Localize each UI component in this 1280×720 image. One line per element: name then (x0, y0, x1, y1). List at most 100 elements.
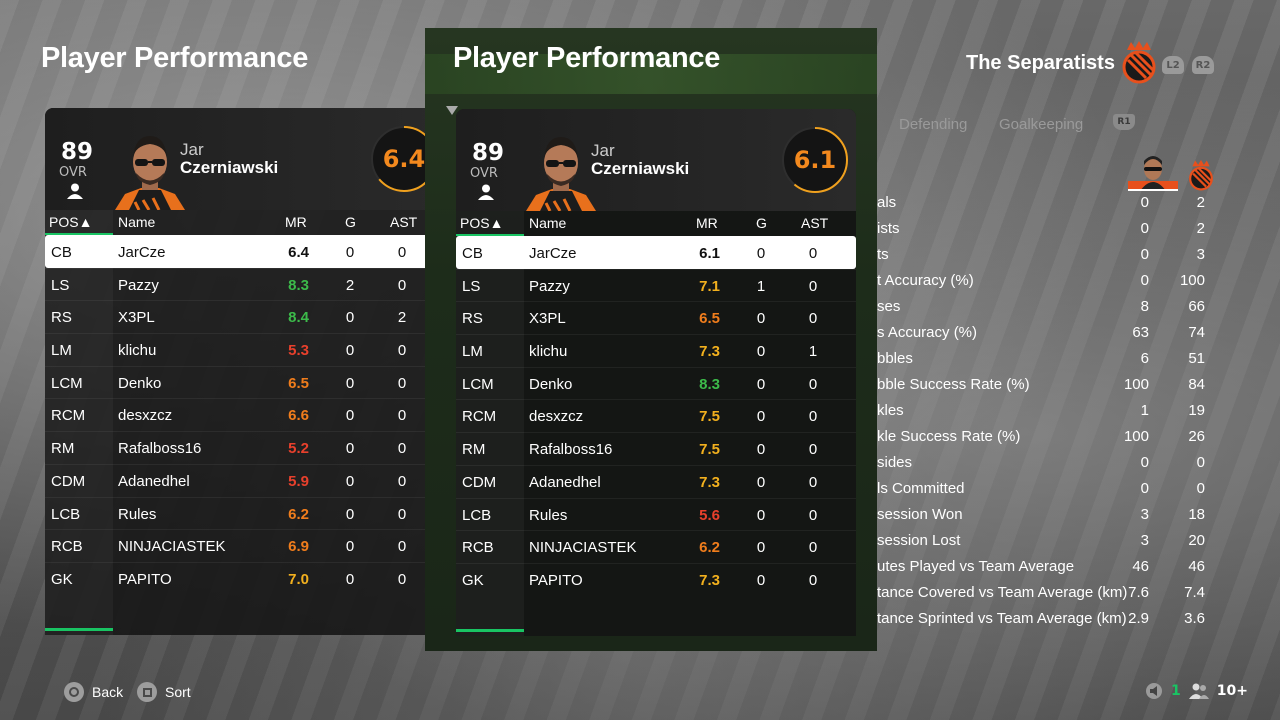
stat-team-value: 7.4 (1184, 584, 1205, 601)
row-position: CB (51, 244, 72, 261)
stat-row: kles 1 19 (877, 399, 1217, 425)
row-player-name: Adanedhel (118, 472, 190, 490)
row-assists: 0 (397, 472, 407, 490)
row-goals: 0 (756, 506, 766, 524)
row-goals: 0 (345, 505, 355, 523)
table-row[interactable]: LM klichu 5.3 0 0 (45, 333, 445, 366)
column-header-g[interactable]: G (756, 215, 767, 231)
row-assists: 0 (808, 375, 818, 393)
stat-player-value: 46 (1132, 558, 1149, 575)
table-row[interactable]: LCB Rules 5.6 0 0 (456, 497, 856, 531)
row-position: RS (462, 310, 483, 328)
row-position: RM (462, 441, 486, 459)
table-row[interactable]: RCM desxzcz 7.5 0 0 (456, 399, 856, 432)
stat-player-value: 0 (1140, 454, 1149, 471)
row-match-rating: 6.5 (699, 310, 720, 328)
r1-button-icon[interactable]: R1 (1113, 114, 1135, 130)
column-header-mr[interactable]: MR (696, 215, 718, 231)
row-match-rating: 5.6 (699, 506, 720, 524)
player-last-name: Czerniawski (180, 158, 279, 177)
column-header-pos[interactable]: POS▲ (460, 215, 503, 231)
column-header-ast[interactable]: AST (801, 215, 828, 231)
party-members-icon (1188, 683, 1209, 699)
page-title: Player Performance (41, 42, 309, 74)
row-assists: 0 (808, 441, 818, 459)
table-row[interactable]: RM Rafalboss16 5.2 0 0 (45, 431, 445, 464)
table-row[interactable]: LCM Denko 6.5 0 0 (45, 365, 445, 399)
team-crest-small-icon (1189, 159, 1213, 191)
row-position: LS (462, 277, 481, 295)
row-position: LM (462, 343, 483, 361)
back-hint[interactable]: Back (64, 682, 123, 702)
table-row[interactable]: CB JarCze 6.1 0 0 (456, 236, 856, 269)
table-row[interactable]: LS Pazzy 7.1 1 0 (456, 268, 856, 302)
row-assists: 0 (397, 244, 407, 261)
row-goals: 0 (756, 473, 766, 491)
tab-defending[interactable]: Defending (899, 116, 967, 133)
stat-row: session Won 3 18 (877, 503, 1217, 529)
table-row[interactable]: RS X3PL 8.4 0 2 (45, 300, 445, 333)
stat-team-value: 0 (1196, 480, 1205, 497)
sort-hint[interactable]: Sort (137, 682, 191, 702)
table-row[interactable]: GK PAPITO 7.0 0 0 (45, 561, 445, 595)
stat-row: sides 0 0 (877, 451, 1217, 477)
column-header-name[interactable]: Name (529, 215, 566, 231)
column-header-g[interactable]: G (345, 214, 356, 230)
table-row[interactable]: CDM Adanedhel 5.9 0 0 (45, 463, 445, 497)
person-icon (478, 184, 494, 204)
table-row[interactable]: RCB NINJACIASTEK 6.2 0 0 (456, 530, 856, 563)
stat-label: tance Sprinted vs Team Average (km) (877, 610, 1127, 627)
row-assists: 2 (397, 309, 407, 327)
tab-goalkeeping[interactable]: Goalkeeping (999, 116, 1083, 133)
table-row[interactable]: CB JarCze 6.4 0 0 (45, 235, 445, 268)
table-row[interactable]: CDM Adanedhel 7.3 0 0 (456, 464, 856, 498)
player-last-name: Czerniawski (591, 159, 690, 178)
stat-player-value: 0 (1140, 220, 1149, 237)
ovr-label: OVR (470, 166, 498, 181)
table-row[interactable]: LS Pazzy 8.3 2 0 (45, 267, 445, 301)
player-first-name: Jar (180, 140, 204, 159)
row-match-rating: 7.5 (699, 441, 720, 459)
row-match-rating: 6.9 (288, 538, 309, 556)
column-header-pos[interactable]: POS▲ (49, 214, 92, 230)
column-header-name[interactable]: Name (118, 214, 155, 230)
row-position: CB (462, 245, 483, 262)
table-row[interactable]: RM Rafalboss16 7.5 0 0 (456, 432, 856, 465)
stat-team-value: 0 (1196, 454, 1205, 471)
stat-player-value: 1 (1140, 402, 1149, 419)
table-row[interactable]: LCB Rules 6.2 0 0 (45, 496, 445, 530)
table-row[interactable]: RCB NINJACIASTEK 6.9 0 0 (45, 529, 445, 562)
table-row[interactable]: RCM desxzcz 6.6 0 0 (45, 398, 445, 431)
row-position: LM (51, 342, 72, 360)
r2-button-icon[interactable]: R2 (1192, 56, 1214, 74)
stat-label: s Accuracy (%) (877, 324, 978, 341)
table-row[interactable]: GK PAPITO 7.3 0 0 (456, 562, 856, 596)
row-goals: 2 (345, 276, 355, 294)
row-match-rating: 6.2 (699, 539, 720, 557)
row-goals: 0 (345, 407, 355, 425)
stat-label: ses (877, 298, 901, 315)
player-card-header: 89 OVR Jar Czerniawski 6.4 (45, 108, 445, 211)
stat-player-value: 8 (1140, 298, 1149, 315)
row-player-name: Rules (118, 505, 157, 523)
table-row[interactable]: LM klichu 7.3 0 1 (456, 334, 856, 367)
row-position: RCM (462, 408, 497, 426)
l2-button-icon[interactable]: L2 (1162, 56, 1184, 74)
stat-team-value: 26 (1188, 428, 1205, 445)
row-assists: 0 (808, 571, 818, 589)
row-match-rating: 5.9 (288, 472, 309, 490)
row-match-rating: 8.3 (699, 375, 720, 393)
row-player-name: Rafalboss16 (529, 441, 613, 459)
table-row[interactable]: LCM Denko 8.3 0 0 (456, 366, 856, 400)
ovr-value: 89 (472, 140, 505, 166)
row-goals: 0 (756, 408, 766, 426)
table-row[interactable]: RS X3PL 6.5 0 0 (456, 301, 856, 334)
column-header-ast[interactable]: AST (390, 214, 417, 230)
column-header-mr[interactable]: MR (285, 214, 307, 230)
page-title-focused: Player Performance (453, 42, 721, 74)
row-goals: 0 (756, 310, 766, 328)
row-player-name: JarCze (118, 244, 166, 261)
stat-team-value: 46 (1188, 558, 1205, 575)
player-panel-focused: 89 OVR Jar Czerniawski 6.1 POS▲ Name MR G AST CB… (456, 109, 856, 636)
stat-team-value: 18 (1188, 506, 1205, 523)
